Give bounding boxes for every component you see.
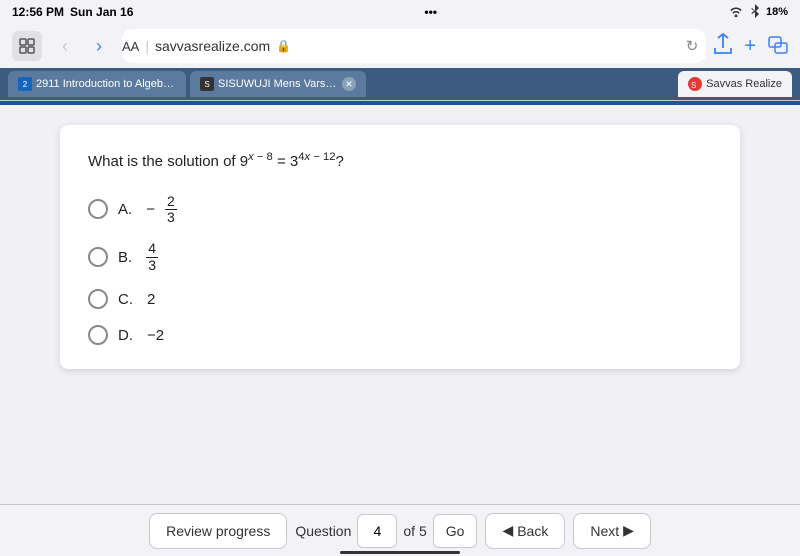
fraction-a-denominator: 3 <box>165 210 177 225</box>
option-a[interactable]: A. − 2 3 <box>88 194 712 226</box>
back-arrow-icon: ◀ <box>502 522 513 539</box>
fraction-b-denominator: 3 <box>146 258 158 273</box>
radio-a[interactable] <box>88 199 108 219</box>
fraction-b-numerator: 4 <box>146 241 158 257</box>
back-arrow-button[interactable]: ‹ <box>50 31 80 61</box>
exponent1: x − 8 <box>248 151 273 163</box>
question-number-input[interactable] <box>357 514 397 548</box>
option-b-label: B. <box>118 249 132 266</box>
option-c-label: C. <box>118 291 133 308</box>
status-bar: 12:56 PM Sun Jan 16 ••• 18% <box>0 0 800 24</box>
status-right: 18% <box>728 4 788 21</box>
tab-favicon-baseball: S <box>200 77 214 91</box>
url-separator: | <box>145 38 149 54</box>
option-a-negative: − <box>146 201 155 218</box>
lock-icon: 🔒 <box>276 39 291 53</box>
tab-baseball[interactable]: S SISUWUJI Mens Varsity Baseball Jacket … <box>190 71 366 97</box>
tab-bar: 2 2911 Introduction to Algebra A S SISUW… <box>0 68 800 100</box>
dots-icon: ••• <box>424 5 437 19</box>
status-center: ••• <box>424 5 437 19</box>
tab-grid-button[interactable] <box>12 31 42 61</box>
nav-bar: ‹ › AA | savvasrealize.com 🔒 ↻ + <box>0 24 800 68</box>
bottom-toolbar: Review progress Question of 5 Go ◀ Back … <box>0 504 800 556</box>
option-d-value: −2 <box>147 327 164 344</box>
svg-text:S: S <box>691 81 696 89</box>
radio-d[interactable] <box>88 325 108 345</box>
tab-label-baseball: SISUWUJI Mens Varsity Baseball Jacket Be… <box>218 78 338 90</box>
wifi-icon <box>728 5 744 20</box>
date: Sun Jan 16 <box>70 5 133 19</box>
status-left: 12:56 PM Sun Jan 16 <box>12 5 133 19</box>
radio-b[interactable] <box>88 247 108 267</box>
nav-arrows: ‹ › <box>50 31 114 61</box>
answer-options: A. − 2 3 B. 4 3 C. 2 <box>88 194 712 346</box>
forward-arrow-button[interactable]: › <box>84 31 114 61</box>
content-area: What is the solution of 9x − 8 = 34x − 1… <box>0 105 800 505</box>
tab-favicon-algebra: 2 <box>18 77 32 91</box>
option-c[interactable]: C. 2 <box>88 289 712 309</box>
address-bar[interactable]: AA | savvasrealize.com 🔒 ↻ <box>122 29 706 63</box>
back-button[interactable]: ◀ Back <box>485 513 565 549</box>
tab-label-savvas: Savvas Realize <box>706 78 782 90</box>
total-questions-label: of 5 <box>403 523 426 539</box>
battery-text: 18% <box>766 6 788 18</box>
reload-button[interactable]: ↻ <box>686 37 699 55</box>
option-d-label: D. <box>118 327 133 344</box>
go-button[interactable]: Go <box>433 514 478 548</box>
question-text: What is the solution of 9x − 8 = 34x − 1… <box>88 149 712 174</box>
option-a-label: A. <box>118 201 132 218</box>
fraction-a-numerator: 2 <box>165 194 177 210</box>
time: 12:56 PM <box>12 5 64 19</box>
tab-label-algebra: 2911 Introduction to Algebra A <box>36 78 176 90</box>
bluetooth-icon <box>750 4 760 21</box>
review-progress-button[interactable]: Review progress <box>149 513 287 549</box>
tab-close-baseball[interactable]: ✕ <box>342 77 356 91</box>
option-b-fraction: 4 3 <box>146 241 158 273</box>
option-d[interactable]: D. −2 <box>88 325 712 345</box>
share-button[interactable] <box>714 33 732 60</box>
option-b[interactable]: B. 4 3 <box>88 241 712 273</box>
next-label: Next <box>590 523 619 539</box>
next-button[interactable]: Next ▶ <box>573 513 651 549</box>
nav-actions: + <box>714 33 788 60</box>
url-text: savvasrealize.com <box>155 38 270 54</box>
add-tab-button[interactable]: + <box>744 35 756 58</box>
aa-label[interactable]: AA <box>122 39 139 54</box>
radio-c[interactable] <box>88 289 108 309</box>
question-card: What is the solution of 9x − 8 = 34x − 1… <box>60 125 740 369</box>
question-input-group: Question of 5 Go <box>295 514 477 548</box>
browser-chrome: ‹ › AA | savvasrealize.com 🔒 ↻ + <box>0 24 800 101</box>
question-label: Question <box>295 523 351 539</box>
tab-algebra[interactable]: 2 2911 Introduction to Algebra A <box>8 71 186 97</box>
option-a-fraction: 2 3 <box>165 194 177 226</box>
option-c-value: 2 <box>147 291 155 308</box>
home-indicator <box>340 551 460 554</box>
tab-favicon-savvas: S <box>688 77 702 91</box>
exponent2: 4x − 12 <box>298 151 335 163</box>
back-label: Back <box>517 523 548 539</box>
tab-switcher-button[interactable] <box>768 36 788 57</box>
next-arrow-icon: ▶ <box>623 522 634 539</box>
tab-savvas[interactable]: S Savvas Realize <box>678 71 792 97</box>
